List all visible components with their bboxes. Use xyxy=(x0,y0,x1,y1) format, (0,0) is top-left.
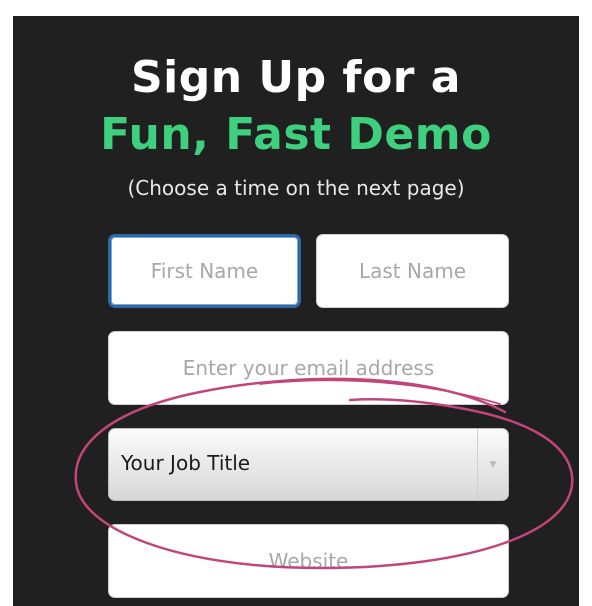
job-title-select[interactable]: Your Job Title ▼ xyxy=(108,428,509,501)
chevron-down-icon: ▼ xyxy=(477,429,508,500)
first-name-input[interactable] xyxy=(108,234,301,308)
signup-panel: Sign Up for a Fun, Fast Demo (Choose a t… xyxy=(13,16,579,606)
website-input[interactable] xyxy=(108,524,509,598)
last-name-input[interactable] xyxy=(316,234,509,308)
email-input[interactable] xyxy=(108,331,509,405)
subtitle: (Choose a time on the next page) xyxy=(127,176,465,200)
heading-line-2: Fun, Fast Demo xyxy=(100,109,492,160)
job-title-value: Your Job Title xyxy=(121,451,251,475)
heading-line-1: Sign Up for a xyxy=(130,52,462,103)
